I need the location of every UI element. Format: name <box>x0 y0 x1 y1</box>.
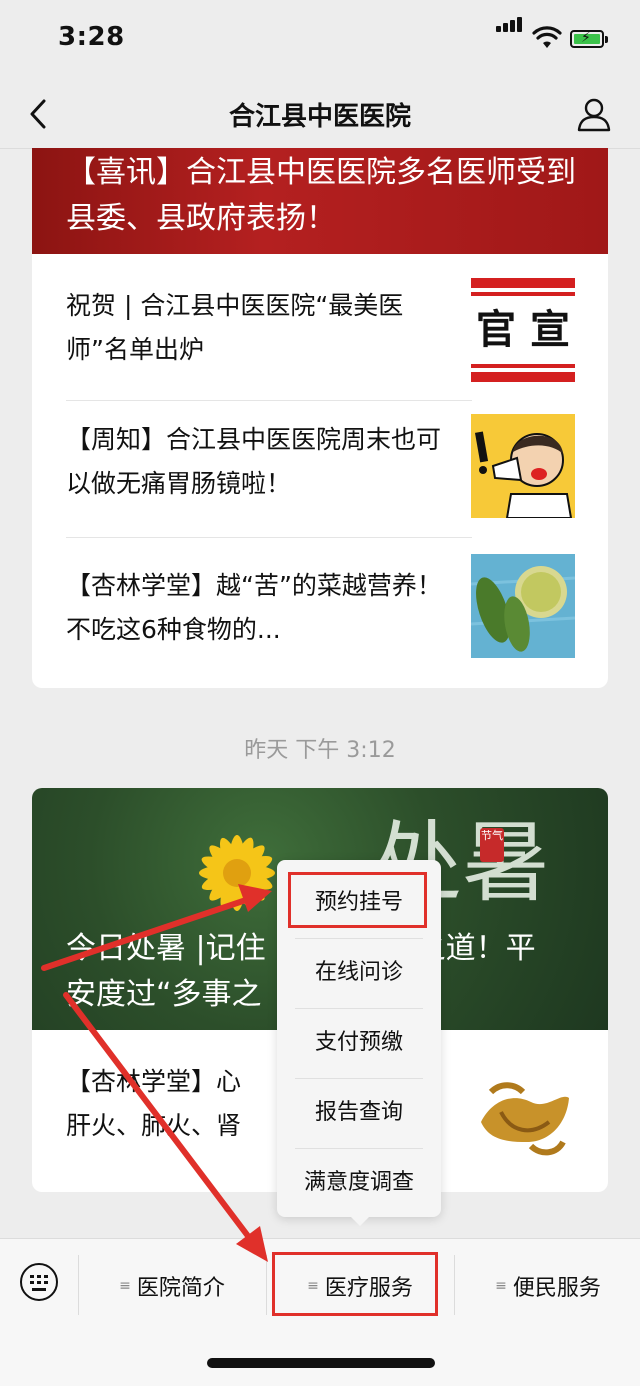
flower-illustration <box>199 835 275 911</box>
nav-bar: 合江县中医医院 <box>0 80 640 149</box>
menu-item-satisfaction-survey[interactable]: 满意度调查 <box>295 1148 423 1218</box>
status-time: 3:28 <box>58 22 125 52</box>
menu-button-label: 医院简介 <box>136 1276 225 1301</box>
divider <box>454 1255 455 1315</box>
thumbnail-announcement: 官 宣 <box>471 278 575 382</box>
article-title: 【杏林学堂】心 肝火、肺火、肾 <box>66 1060 286 1148</box>
battery-icon: ⚡ <box>570 30 608 48</box>
article-title-line1: 【杏林学堂】心 <box>66 1067 242 1096</box>
page-title: 合江县中医医院 <box>228 102 411 132</box>
article-title: 【周知】合江县中医医院周末也可以做无痛胃肠镜啦！ <box>66 425 442 498</box>
menu-item-report-query[interactable]: 报告查询 <box>295 1078 423 1148</box>
list-item[interactable]: 【周知】合江县中医医院周末也可以做无痛胃肠镜啦！ <box>32 402 608 538</box>
list-icon: ≡ <box>495 1278 507 1294</box>
seal-stamp: 节气 <box>480 828 504 862</box>
divider <box>266 1255 267 1315</box>
menu-item-online-consult[interactable]: 在线问诊 <box>295 938 423 1008</box>
status-bar: 3:28 ⚡ <box>0 0 640 80</box>
article-card-1[interactable]: 【喜讯】合江县中医医院多名医师受到县委、县政府表扬！ 祝贺 | 合江县中医医院“… <box>32 148 608 688</box>
hero-headline-line2: 安度过“多事之 <box>66 977 262 1012</box>
keyboard-icon[interactable] <box>20 1263 58 1301</box>
message-timestamp: 昨天 下午 3:12 <box>244 738 396 763</box>
menu-button-convenience-services[interactable]: ≡ 便民服务 <box>456 1239 640 1333</box>
hero-headline-left: 今日处暑 |记住 <box>66 931 266 966</box>
home-indicator <box>207 1358 435 1368</box>
highlight-box-medical-services <box>272 1252 438 1316</box>
divider <box>78 1255 79 1315</box>
popup-pointer <box>350 1216 370 1226</box>
menu-item-prepay[interactable]: 支付预缴 <box>295 1008 423 1078</box>
divider <box>66 400 472 401</box>
hero-banner[interactable]: 【喜讯】合江县中医医院多名医师受到县委、县政府表扬！ <box>32 148 608 254</box>
hero-headline: 【喜讯】合江县中医医院多名医师受到县委、县政府表扬！ <box>66 155 576 236</box>
list-icon: ≡ <box>119 1278 131 1294</box>
menu-button-label: 便民服务 <box>512 1276 601 1301</box>
highlight-box-appointment <box>288 872 427 928</box>
thumb-text: 官 宣 <box>476 307 570 353</box>
list-item[interactable]: 祝贺 | 合江县中医医院“最美医师”名单出炉 官 宣 <box>32 254 608 402</box>
thumbnail-cartoon <box>471 414 575 518</box>
thumbnail-herb <box>471 1062 575 1166</box>
thumbnail-bitter-melon <box>471 554 575 658</box>
article-title: 【杏林学堂】越“苦”的菜越营养！不吃这6种食物的... <box>66 571 442 644</box>
wifi-icon <box>532 26 562 48</box>
menu-button-hospital-intro[interactable]: ≡ 医院简介 <box>80 1239 264 1333</box>
article-title: 祝贺 | 合江县中医医院“最美医师”名单出炉 <box>66 291 404 364</box>
list-item[interactable]: 【杏林学堂】越“苦”的菜越营养！不吃这6种食物的... <box>32 538 608 688</box>
article-title-line2: 肝火、肺火、肾 <box>66 1111 242 1140</box>
profile-icon[interactable] <box>576 96 612 132</box>
